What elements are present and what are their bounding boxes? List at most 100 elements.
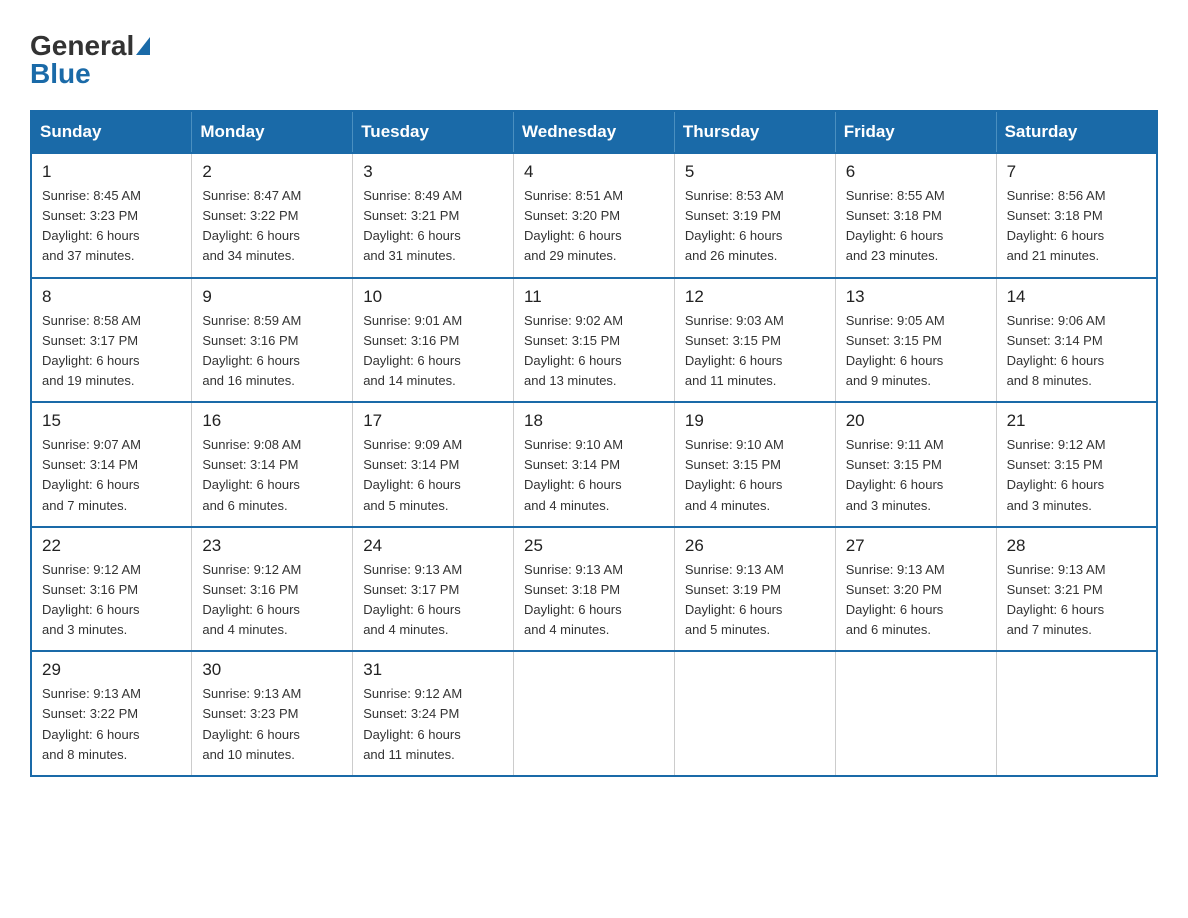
calendar-week-row: 29 Sunrise: 9:13 AM Sunset: 3:22 PM Dayl…	[31, 651, 1157, 776]
calendar-cell: 3 Sunrise: 8:49 AM Sunset: 3:21 PM Dayli…	[353, 153, 514, 278]
day-number: 21	[1007, 411, 1146, 431]
day-number: 6	[846, 162, 986, 182]
day-info: Sunrise: 9:13 AM Sunset: 3:20 PM Dayligh…	[846, 560, 986, 641]
calendar-cell	[674, 651, 835, 776]
day-info: Sunrise: 9:01 AM Sunset: 3:16 PM Dayligh…	[363, 311, 503, 392]
day-number: 17	[363, 411, 503, 431]
calendar-cell: 23 Sunrise: 9:12 AM Sunset: 3:16 PM Dayl…	[192, 527, 353, 652]
day-info: Sunrise: 8:47 AM Sunset: 3:22 PM Dayligh…	[202, 186, 342, 267]
day-info: Sunrise: 8:51 AM Sunset: 3:20 PM Dayligh…	[524, 186, 664, 267]
day-info: Sunrise: 8:45 AM Sunset: 3:23 PM Dayligh…	[42, 186, 181, 267]
calendar-cell: 7 Sunrise: 8:56 AM Sunset: 3:18 PM Dayli…	[996, 153, 1157, 278]
weekday-header-monday: Monday	[192, 111, 353, 153]
day-info: Sunrise: 8:58 AM Sunset: 3:17 PM Dayligh…	[42, 311, 181, 392]
day-info: Sunrise: 9:09 AM Sunset: 3:14 PM Dayligh…	[363, 435, 503, 516]
day-number: 26	[685, 536, 825, 556]
day-number: 12	[685, 287, 825, 307]
day-info: Sunrise: 9:12 AM Sunset: 3:15 PM Dayligh…	[1007, 435, 1146, 516]
calendar-week-row: 22 Sunrise: 9:12 AM Sunset: 3:16 PM Dayl…	[31, 527, 1157, 652]
day-number: 16	[202, 411, 342, 431]
day-number: 9	[202, 287, 342, 307]
day-number: 18	[524, 411, 664, 431]
calendar-cell: 27 Sunrise: 9:13 AM Sunset: 3:20 PM Dayl…	[835, 527, 996, 652]
calendar-cell: 20 Sunrise: 9:11 AM Sunset: 3:15 PM Dayl…	[835, 402, 996, 527]
calendar-cell: 1 Sunrise: 8:45 AM Sunset: 3:23 PM Dayli…	[31, 153, 192, 278]
day-number: 31	[363, 660, 503, 680]
calendar-cell: 6 Sunrise: 8:55 AM Sunset: 3:18 PM Dayli…	[835, 153, 996, 278]
calendar-cell: 14 Sunrise: 9:06 AM Sunset: 3:14 PM Dayl…	[996, 278, 1157, 403]
day-number: 19	[685, 411, 825, 431]
calendar-cell: 5 Sunrise: 8:53 AM Sunset: 3:19 PM Dayli…	[674, 153, 835, 278]
day-info: Sunrise: 9:13 AM Sunset: 3:21 PM Dayligh…	[1007, 560, 1146, 641]
day-number: 30	[202, 660, 342, 680]
day-number: 28	[1007, 536, 1146, 556]
calendar-cell: 25 Sunrise: 9:13 AM Sunset: 3:18 PM Dayl…	[514, 527, 675, 652]
calendar-cell: 29 Sunrise: 9:13 AM Sunset: 3:22 PM Dayl…	[31, 651, 192, 776]
day-number: 5	[685, 162, 825, 182]
calendar-cell	[835, 651, 996, 776]
day-number: 25	[524, 536, 664, 556]
day-number: 13	[846, 287, 986, 307]
day-info: Sunrise: 9:05 AM Sunset: 3:15 PM Dayligh…	[846, 311, 986, 392]
calendar-cell: 16 Sunrise: 9:08 AM Sunset: 3:14 PM Dayl…	[192, 402, 353, 527]
weekday-header-friday: Friday	[835, 111, 996, 153]
calendar-week-row: 15 Sunrise: 9:07 AM Sunset: 3:14 PM Dayl…	[31, 402, 1157, 527]
calendar-cell: 4 Sunrise: 8:51 AM Sunset: 3:20 PM Dayli…	[514, 153, 675, 278]
weekday-header-wednesday: Wednesday	[514, 111, 675, 153]
calendar-cell: 21 Sunrise: 9:12 AM Sunset: 3:15 PM Dayl…	[996, 402, 1157, 527]
weekday-header-saturday: Saturday	[996, 111, 1157, 153]
day-info: Sunrise: 9:10 AM Sunset: 3:14 PM Dayligh…	[524, 435, 664, 516]
calendar-cell: 22 Sunrise: 9:12 AM Sunset: 3:16 PM Dayl…	[31, 527, 192, 652]
day-number: 1	[42, 162, 181, 182]
calendar-cell: 31 Sunrise: 9:12 AM Sunset: 3:24 PM Dayl…	[353, 651, 514, 776]
day-number: 15	[42, 411, 181, 431]
calendar-cell: 30 Sunrise: 9:13 AM Sunset: 3:23 PM Dayl…	[192, 651, 353, 776]
calendar-cell: 17 Sunrise: 9:09 AM Sunset: 3:14 PM Dayl…	[353, 402, 514, 527]
day-info: Sunrise: 9:13 AM Sunset: 3:17 PM Dayligh…	[363, 560, 503, 641]
calendar-cell: 13 Sunrise: 9:05 AM Sunset: 3:15 PM Dayl…	[835, 278, 996, 403]
day-number: 24	[363, 536, 503, 556]
day-info: Sunrise: 9:12 AM Sunset: 3:24 PM Dayligh…	[363, 684, 503, 765]
calendar-cell: 24 Sunrise: 9:13 AM Sunset: 3:17 PM Dayl…	[353, 527, 514, 652]
day-number: 3	[363, 162, 503, 182]
day-info: Sunrise: 9:02 AM Sunset: 3:15 PM Dayligh…	[524, 311, 664, 392]
day-info: Sunrise: 9:13 AM Sunset: 3:23 PM Dayligh…	[202, 684, 342, 765]
day-number: 11	[524, 287, 664, 307]
day-info: Sunrise: 9:13 AM Sunset: 3:19 PM Dayligh…	[685, 560, 825, 641]
day-number: 10	[363, 287, 503, 307]
calendar-cell: 15 Sunrise: 9:07 AM Sunset: 3:14 PM Dayl…	[31, 402, 192, 527]
calendar-cell: 11 Sunrise: 9:02 AM Sunset: 3:15 PM Dayl…	[514, 278, 675, 403]
calendar-cell: 18 Sunrise: 9:10 AM Sunset: 3:14 PM Dayl…	[514, 402, 675, 527]
calendar-cell	[514, 651, 675, 776]
day-number: 23	[202, 536, 342, 556]
day-info: Sunrise: 8:49 AM Sunset: 3:21 PM Dayligh…	[363, 186, 503, 267]
calendar-cell	[996, 651, 1157, 776]
day-info: Sunrise: 9:06 AM Sunset: 3:14 PM Dayligh…	[1007, 311, 1146, 392]
day-number: 20	[846, 411, 986, 431]
logo-blue: Blue	[30, 58, 91, 89]
day-info: Sunrise: 9:12 AM Sunset: 3:16 PM Dayligh…	[42, 560, 181, 641]
day-number: 27	[846, 536, 986, 556]
calendar-cell: 28 Sunrise: 9:13 AM Sunset: 3:21 PM Dayl…	[996, 527, 1157, 652]
day-info: Sunrise: 9:11 AM Sunset: 3:15 PM Dayligh…	[846, 435, 986, 516]
day-info: Sunrise: 9:13 AM Sunset: 3:22 PM Dayligh…	[42, 684, 181, 765]
day-number: 4	[524, 162, 664, 182]
weekday-header-thursday: Thursday	[674, 111, 835, 153]
calendar-week-row: 1 Sunrise: 8:45 AM Sunset: 3:23 PM Dayli…	[31, 153, 1157, 278]
day-info: Sunrise: 8:53 AM Sunset: 3:19 PM Dayligh…	[685, 186, 825, 267]
weekday-header-tuesday: Tuesday	[353, 111, 514, 153]
calendar-cell: 9 Sunrise: 8:59 AM Sunset: 3:16 PM Dayli…	[192, 278, 353, 403]
day-info: Sunrise: 8:56 AM Sunset: 3:18 PM Dayligh…	[1007, 186, 1146, 267]
page-header: General Blue	[30, 30, 1158, 90]
day-info: Sunrise: 9:08 AM Sunset: 3:14 PM Dayligh…	[202, 435, 342, 516]
calendar-week-row: 8 Sunrise: 8:58 AM Sunset: 3:17 PM Dayli…	[31, 278, 1157, 403]
day-number: 22	[42, 536, 181, 556]
day-number: 2	[202, 162, 342, 182]
weekday-header-sunday: Sunday	[31, 111, 192, 153]
day-number: 29	[42, 660, 181, 680]
calendar-cell: 10 Sunrise: 9:01 AM Sunset: 3:16 PM Dayl…	[353, 278, 514, 403]
day-info: Sunrise: 8:55 AM Sunset: 3:18 PM Dayligh…	[846, 186, 986, 267]
day-number: 14	[1007, 287, 1146, 307]
day-info: Sunrise: 9:03 AM Sunset: 3:15 PM Dayligh…	[685, 311, 825, 392]
day-number: 8	[42, 287, 181, 307]
